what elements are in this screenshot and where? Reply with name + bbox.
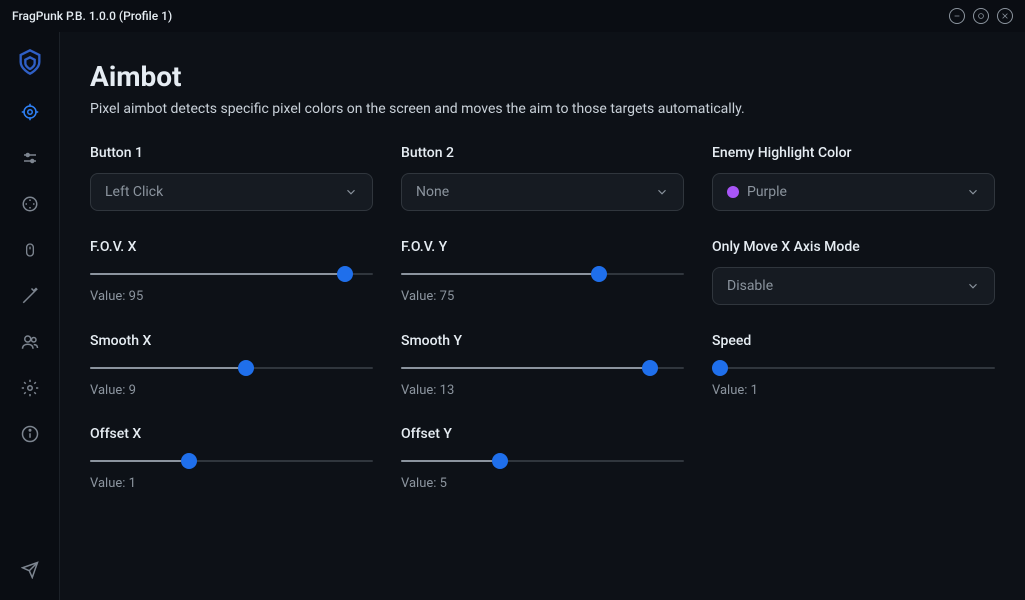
empty-cell (712, 426, 995, 491)
offsetx-slider[interactable] (90, 460, 373, 462)
smoothy-value: Value: 13 (401, 383, 684, 398)
button2-label: Button 2 (401, 145, 684, 161)
window-title: FragPunk P.B. 1.0.0 (Profile 1) (12, 9, 172, 23)
onlyx-select[interactable]: Disable (712, 267, 995, 305)
slider-thumb[interactable] (712, 360, 728, 376)
sidebar-item-users[interactable] (18, 330, 42, 354)
speed-value: Value: 1 (712, 383, 995, 398)
fovy-slider[interactable] (401, 273, 684, 275)
fovx-value: Value: 95 (90, 289, 373, 304)
slider-thumb[interactable] (591, 266, 607, 282)
button1-select[interactable]: Left Click (90, 173, 373, 211)
sidebar-item-crosshair[interactable] (18, 192, 42, 216)
minimize-button[interactable] (949, 8, 965, 24)
onlyx-label: Only Move X Axis Mode (712, 239, 995, 255)
app-shell: Aimbot Pixel aimbot detects specific pix… (0, 32, 1025, 600)
color-swatch-icon (727, 186, 739, 198)
chevron-down-icon (655, 185, 669, 199)
offsetx-label: Offset X (90, 426, 373, 442)
main-content: Aimbot Pixel aimbot detects specific pix… (60, 32, 1025, 600)
slider-thumb[interactable] (337, 266, 353, 282)
smoothx-label: Smooth X (90, 333, 373, 349)
onlyx-field: Only Move X Axis Mode Disable (712, 239, 995, 305)
chevron-down-icon (344, 185, 358, 199)
speed-label: Speed (712, 333, 995, 349)
settings-grid: Button 1 Left Click Button 2 None Enemy … (90, 145, 995, 491)
offsetx-field: Offset X Value: 1 (90, 426, 373, 491)
button1-value: Left Click (105, 184, 163, 200)
app-logo-icon (16, 48, 44, 76)
enemy-color-select[interactable]: Purple (712, 173, 995, 211)
offsety-field: Offset Y Value: 5 (401, 426, 684, 491)
page-description: Pixel aimbot detects specific pixel colo… (90, 101, 995, 117)
smoothx-field: Smooth X Value: 9 (90, 333, 373, 398)
sidebar-item-mouse[interactable] (18, 238, 42, 262)
fovy-label: F.O.V. Y (401, 239, 684, 255)
chevron-down-icon (966, 279, 980, 293)
sidebar-item-settings[interactable] (18, 376, 42, 400)
sidebar-item-aimbot[interactable] (18, 100, 42, 124)
fovx-label: F.O.V. X (90, 239, 373, 255)
smoothx-slider[interactable] (90, 367, 373, 369)
offsety-label: Offset Y (401, 426, 684, 442)
fovy-value: Value: 75 (401, 289, 684, 304)
chevron-down-icon (966, 185, 980, 199)
page-title: Aimbot (90, 60, 995, 93)
slider-thumb[interactable] (492, 453, 508, 469)
maximize-button[interactable] (973, 8, 989, 24)
sidebar-item-tune[interactable] (18, 146, 42, 170)
enemy-color-value: Purple (747, 184, 787, 200)
sidebar-item-info[interactable] (18, 422, 42, 446)
speed-field: Speed Value: 1 (712, 333, 995, 398)
fovy-field: F.O.V. Y Value: 75 (401, 239, 684, 305)
button2-select[interactable]: None (401, 173, 684, 211)
button2-value: None (416, 184, 449, 200)
speed-slider[interactable] (712, 367, 995, 369)
smoothx-value: Value: 9 (90, 383, 373, 398)
enemy-color-field: Enemy Highlight Color Purple (712, 145, 995, 211)
fovx-slider[interactable] (90, 273, 373, 275)
sidebar-item-picker[interactable] (18, 284, 42, 308)
offsetx-value: Value: 1 (90, 476, 373, 491)
window-controls (949, 8, 1013, 24)
slider-thumb[interactable] (642, 360, 658, 376)
offsety-slider[interactable] (401, 460, 684, 462)
button2-field: Button 2 None (401, 145, 684, 211)
sidebar (0, 32, 60, 600)
offsety-value: Value: 5 (401, 476, 684, 491)
smoothy-field: Smooth Y Value: 13 (401, 333, 684, 398)
onlyx-value: Disable (727, 278, 773, 294)
titlebar: FragPunk P.B. 1.0.0 (Profile 1) (0, 0, 1025, 32)
button1-label: Button 1 (90, 145, 373, 161)
fovx-field: F.O.V. X Value: 95 (90, 239, 373, 305)
sidebar-nav (18, 100, 42, 558)
close-button[interactable] (997, 8, 1013, 24)
enemy-color-label: Enemy Highlight Color (712, 145, 995, 161)
smoothy-label: Smooth Y (401, 333, 684, 349)
smoothy-slider[interactable] (401, 367, 684, 369)
slider-thumb[interactable] (181, 453, 197, 469)
sidebar-item-send[interactable] (18, 558, 42, 582)
button1-field: Button 1 Left Click (90, 145, 373, 211)
slider-thumb[interactable] (238, 360, 254, 376)
